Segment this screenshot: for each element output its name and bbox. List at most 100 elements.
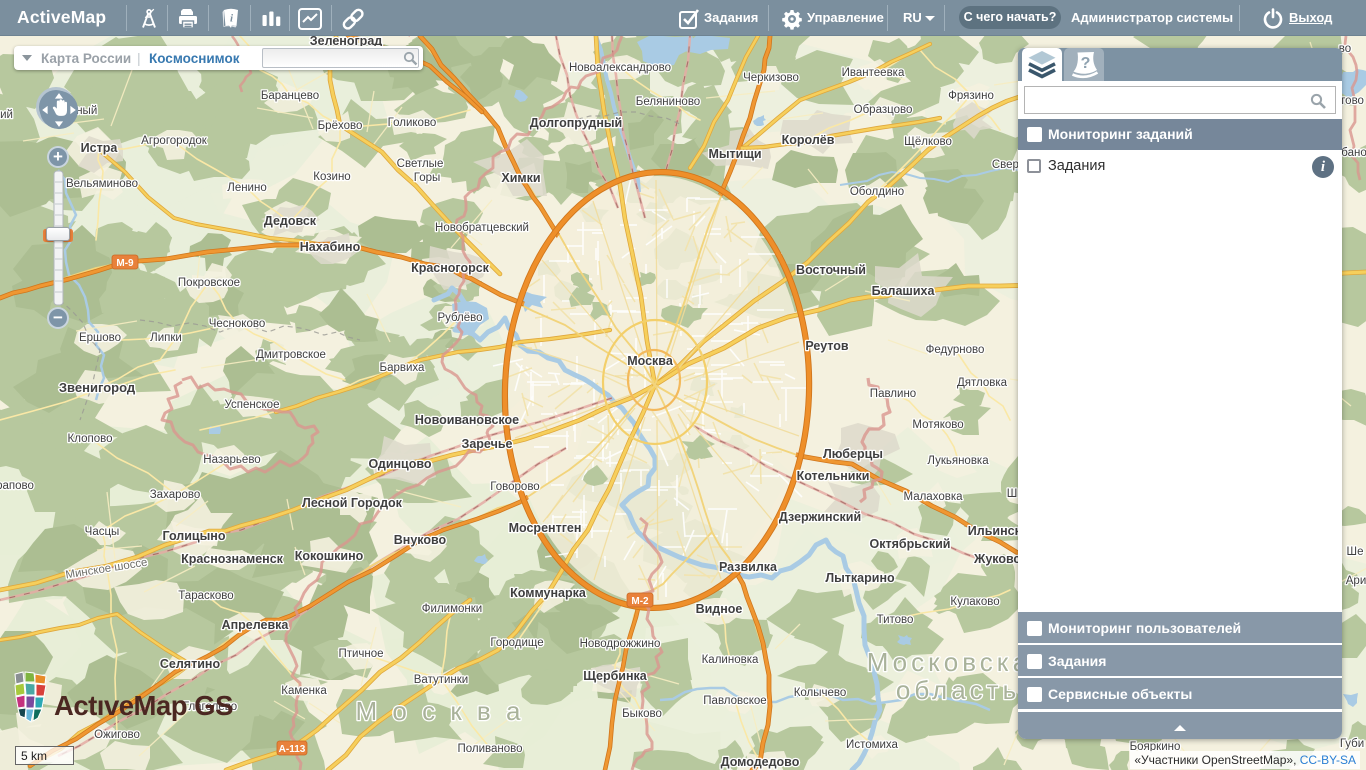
svg-text:Ершово: Ершово — [79, 332, 121, 344]
svg-text:Покровское: Покровское — [178, 277, 240, 289]
svg-text:Мотяково: Мотяково — [912, 419, 963, 431]
svg-text:Долгопрудный: Долгопрудный — [530, 116, 623, 130]
svg-text:Говорово: Говорово — [490, 481, 539, 493]
svg-text:Дмитровское: Дмитровское — [256, 349, 326, 361]
svg-text:Оболдино: Оболдино — [850, 186, 904, 198]
svg-text:Щёлково: Щёлково — [904, 136, 952, 148]
svg-text:Ш: Ш — [1007, 488, 1018, 500]
svg-text:Лесной Городок: Лесной Городок — [302, 496, 403, 510]
svg-text:Красногорск: Красногорск — [411, 261, 490, 275]
svg-text:Октябрьский: Октябрьский — [869, 537, 950, 551]
svg-text:Фрязино: Фрязино — [948, 90, 994, 102]
svg-text:М о с к в а: М о с к в а — [356, 696, 525, 726]
svg-text:Брёхово: Брёхово — [318, 120, 363, 132]
svg-text:Птичное: Птичное — [338, 648, 383, 660]
svg-text:Агрогородок: Агрогородок — [141, 135, 208, 147]
svg-text:Козино: Козино — [313, 171, 350, 183]
svg-text:Люберцы: Люберцы — [823, 447, 883, 461]
svg-text:Домодедово: Домодедово — [721, 755, 800, 769]
svg-text:Новоалександрово: Новоалександрово — [569, 62, 671, 74]
svg-text:Ивантеевка: Ивантеевка — [842, 67, 905, 79]
svg-text:Внуково: Внуково — [394, 533, 447, 547]
svg-text:А-113: А-113 — [279, 744, 306, 755]
svg-text:Назарьево: Назарьево — [203, 454, 260, 466]
svg-text:Захарово: Захарово — [150, 489, 201, 501]
svg-text:Филимонки: Филимонки — [422, 603, 482, 615]
svg-text:Лыткарино: Лыткарино — [825, 571, 895, 585]
svg-text:Ленино: Ленино — [227, 182, 266, 194]
svg-text:Колычево: Колычево — [794, 687, 847, 699]
svg-text:Вельяминово: Вельяминово — [66, 178, 138, 190]
svg-text:Заречье: Заречье — [462, 437, 513, 451]
svg-text:Образцово: Образцово — [854, 104, 913, 116]
svg-text:Павловское: Павловское — [703, 695, 766, 707]
svg-text:Химки: Химки — [501, 171, 540, 185]
svg-text:Барвиха: Барвиха — [380, 362, 425, 374]
svg-text:Коммунарка: Коммунарка — [510, 586, 587, 600]
svg-text:Горы: Горы — [414, 172, 441, 184]
svg-text:Новобратцевский: Новобратцевский — [435, 222, 529, 234]
svg-text:Дзержинский: Дзержинский — [779, 510, 861, 524]
svg-text:область: область — [896, 675, 1020, 705]
svg-text:Каменка: Каменка — [281, 685, 327, 697]
svg-text:Королёв: Королёв — [782, 133, 835, 147]
svg-text:Ари: Ари — [1346, 575, 1366, 587]
svg-text:Мосрентген: Мосрентген — [509, 521, 582, 535]
svg-text:Липки: Липки — [150, 332, 182, 344]
svg-text:Новодрожжино: Новодрожжино — [580, 638, 661, 650]
svg-text:Голиково: Голиково — [388, 117, 437, 129]
svg-text:Одинцово: Одинцово — [368, 457, 431, 471]
svg-text:кий: кий — [0, 109, 13, 121]
svg-text:Черкизово: Черкизово — [743, 72, 799, 84]
svg-text:Титово: Титово — [877, 614, 914, 626]
svg-text:рапово: рапово — [0, 480, 34, 492]
svg-text:Тарасково: Тарасково — [178, 590, 233, 602]
svg-text:Беляниново: Беляниново — [636, 96, 700, 108]
svg-text:Истра: Истра — [81, 141, 119, 155]
svg-text:Федурново: Федурново — [926, 344, 985, 356]
svg-text:Ше: Ше — [1347, 546, 1364, 558]
svg-text:тово: тово — [1340, 95, 1364, 107]
svg-text:Малаховка: Малаховка — [903, 491, 963, 503]
svg-text:Ожигово: Ожигово — [94, 729, 140, 741]
svg-text:Поливаново: Поливаново — [457, 743, 522, 755]
svg-text:Котельники: Котельники — [797, 469, 870, 483]
svg-text:Городище: Городище — [490, 637, 543, 649]
svg-text:Калиновка: Калиновка — [702, 654, 759, 666]
svg-text:Восточный: Восточный — [796, 263, 866, 277]
svg-text:Рублёво: Рублёво — [437, 312, 482, 324]
svg-text:Дятловка: Дятловка — [957, 377, 1008, 389]
svg-text:Лукьяновка: Лукьяновка — [927, 455, 989, 467]
svg-text:Щербинка: Щербинка — [583, 669, 648, 683]
svg-text:Ватутинки: Ватутинки — [414, 674, 468, 686]
svg-text:Краснознаменск: Краснознаменск — [181, 552, 284, 566]
svg-text:Чесноково: Чесноково — [209, 318, 266, 330]
svg-text:Быково: Быково — [622, 708, 662, 720]
svg-text:Нахабино: Нахабино — [300, 240, 361, 254]
svg-text:Часцы: Часцы — [85, 526, 120, 538]
svg-text:Апрелевка: Апрелевка — [222, 618, 290, 632]
svg-text:?: ? — [1081, 55, 1091, 72]
svg-text:Новоивановское: Новоивановское — [415, 413, 519, 427]
svg-text:Истомиха: Истомиха — [846, 739, 899, 751]
svg-text:Кокошкино: Кокошкино — [295, 549, 364, 563]
svg-text:Мытищи: Мытищи — [708, 147, 761, 161]
svg-text:Баранцево: Баранцево — [261, 90, 319, 102]
svg-text:М-9: М-9 — [116, 258, 134, 269]
svg-text:Кулаково: Кулаково — [950, 596, 999, 608]
svg-text:Москва: Москва — [627, 354, 674, 368]
svg-text:Успенское: Успенское — [225, 399, 280, 411]
svg-text:Клопово: Клопово — [68, 433, 113, 445]
svg-text:Дедовск: Дедовск — [264, 214, 317, 228]
svg-text:Селятино: Селятино — [160, 657, 221, 671]
svg-text:Голицыно: Голицыно — [163, 529, 226, 543]
svg-text:Развилка: Развилка — [719, 560, 778, 574]
svg-text:Балашиха: Балашиха — [872, 284, 936, 298]
svg-text:Павлино: Павлино — [870, 388, 916, 400]
svg-text:Видное: Видное — [696, 602, 743, 616]
svg-text:Звенигород: Звенигород — [59, 380, 136, 395]
svg-text:М-2: М-2 — [631, 596, 649, 607]
svg-text:Губи: Губи — [1340, 738, 1364, 750]
svg-text:Реутов: Реутов — [805, 339, 849, 353]
svg-text:бано: бано — [1341, 147, 1366, 159]
